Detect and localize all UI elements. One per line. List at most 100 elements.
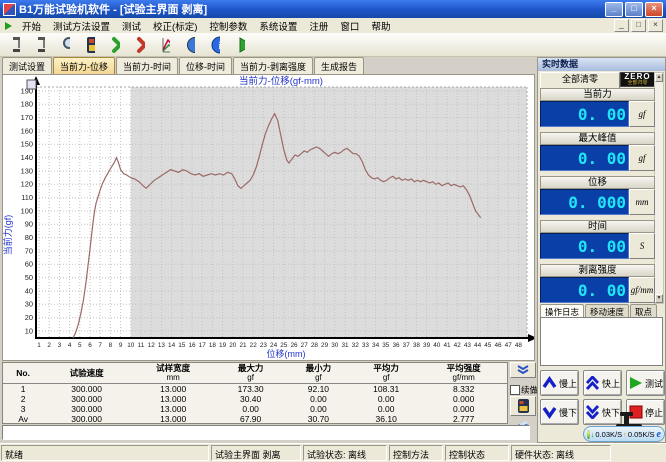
- tab-5[interactable]: 当前力-剥离强度: [233, 57, 313, 74]
- table-cell: 2: [3, 394, 43, 404]
- control-1-button[interactable]: 慢上: [540, 370, 579, 396]
- scroll-up-icon[interactable]: ▲: [655, 73, 663, 82]
- log-tab-1[interactable]: 操作日志: [540, 304, 584, 317]
- svg-text:180: 180: [21, 100, 33, 109]
- red-cross-icon: [136, 36, 145, 54]
- network-monitor[interactable]: ↓ 0.03K/S ↑ 0.05K/S e: [583, 426, 665, 442]
- log-list[interactable]: [540, 317, 663, 366]
- control-label: 停止: [645, 406, 663, 419]
- table-cell: 108.31: [352, 384, 420, 395]
- menu-item-9[interactable]: 帮助: [365, 18, 396, 34]
- continue-checkbox-row: 续做: [510, 384, 538, 396]
- tab-1[interactable]: 测试设置: [2, 57, 52, 74]
- green-cross-icon: [111, 36, 120, 54]
- menu-item-7[interactable]: 注册: [303, 18, 334, 34]
- table-cell: 36.10: [352, 414, 420, 424]
- mdi-close-button[interactable]: ×: [648, 19, 663, 32]
- menu-item-4[interactable]: 校正(标定): [147, 18, 203, 34]
- zoom-button[interactable]: [54, 34, 77, 55]
- upload-speed: 0.05K/S: [628, 430, 655, 439]
- field-label: 当前力: [540, 88, 655, 101]
- zero-all-button[interactable]: 全部清零: [540, 72, 620, 89]
- curves-button[interactable]: [154, 34, 177, 55]
- table-cell: 67.90: [216, 414, 284, 424]
- realtime-fields: 当前力0. 00gf最大峰值0. 00gf位移0. 000mm时间0. 00S剥…: [540, 88, 655, 308]
- svg-text:100: 100: [21, 206, 33, 215]
- browser-icon: e: [657, 429, 661, 440]
- pie-chart-button[interactable]: [179, 34, 202, 55]
- svg-text:19: 19: [219, 342, 227, 349]
- green-cross-button[interactable]: [104, 34, 127, 55]
- table-cell: 2.777: [420, 414, 507, 424]
- collapse-table-button[interactable]: [510, 362, 536, 378]
- message-input[interactable]: [2, 425, 530, 440]
- menu-item-5[interactable]: 控制参数: [203, 18, 253, 34]
- menu-item-1[interactable]: 开始: [16, 18, 47, 34]
- menu-item-2[interactable]: 测试方法设置: [47, 18, 116, 34]
- machine-setup-icon: [36, 36, 45, 54]
- svg-text:150: 150: [21, 140, 33, 149]
- panel-scrollbar[interactable]: ▲ ▼: [654, 72, 664, 304]
- tab-3[interactable]: 当前力-时间: [116, 57, 178, 74]
- continue-checkbox[interactable]: [510, 385, 520, 395]
- table-cell: 13.000: [130, 384, 217, 395]
- svg-text:70: 70: [25, 246, 33, 255]
- control-2-button[interactable]: 快上: [583, 370, 622, 396]
- field-value-row: 0. 00gf/mm: [540, 277, 655, 303]
- svg-text:10: 10: [127, 342, 135, 349]
- tab-2[interactable]: 当前力-位移: [53, 57, 115, 74]
- status-cell-4: 控制方法: [389, 445, 443, 461]
- table-cell: 8.332: [420, 384, 507, 395]
- log-tab-3[interactable]: 取点: [630, 304, 657, 317]
- mdi-minimize-button[interactable]: _: [614, 19, 629, 32]
- table-cell: 173.30: [216, 384, 284, 395]
- mdi-restore-button[interactable]: □: [631, 19, 646, 32]
- tab-4[interactable]: 位移-时间: [179, 57, 232, 74]
- svg-text:22: 22: [250, 342, 258, 349]
- svg-text:14: 14: [168, 342, 176, 349]
- field-label: 剥离强度: [540, 264, 655, 277]
- table-row[interactable]: 2300.00013.00030.400.000.000.000: [3, 394, 507, 404]
- lcd-display: 0. 00: [540, 277, 629, 303]
- control-4-button[interactable]: 慢下: [540, 399, 579, 425]
- start-play-icon[interactable]: [5, 22, 12, 30]
- red-cross-button[interactable]: [129, 34, 152, 55]
- calibration-card-button[interactable]: [510, 396, 536, 416]
- close-button[interactable]: ×: [645, 2, 663, 17]
- status-cell-3: 试验状态: 离线: [303, 445, 387, 461]
- double-chevron-up-icon: [585, 376, 600, 390]
- svg-text:27: 27: [301, 342, 309, 349]
- svg-text:28: 28: [311, 342, 319, 349]
- table-row[interactable]: 1300.00013.000173.3092.10108.318.332: [3, 384, 507, 395]
- toolbar: i: [0, 33, 666, 57]
- application-window: B1万能试验机软件 - [试验主界面 剥离] _ □ × 开始测试方法设置测试校…: [0, 0, 666, 462]
- table-row[interactable]: 3300.00013.0000.000.000.000.000: [3, 404, 507, 414]
- control-3-button[interactable]: 测试: [626, 370, 665, 396]
- minimize-button[interactable]: _: [605, 2, 623, 17]
- card-icon: [517, 399, 530, 414]
- scroll-down-icon[interactable]: ▼: [655, 294, 663, 303]
- zero-button[interactable]: ZERO 全部归零: [620, 72, 655, 87]
- svg-text:38: 38: [413, 342, 421, 349]
- menu-item-3[interactable]: 测试: [116, 18, 147, 34]
- field-label: 最大峰值: [540, 132, 655, 145]
- svg-text:40: 40: [25, 286, 33, 295]
- restore-button[interactable]: □: [625, 2, 643, 17]
- lcd-display: 0. 00: [540, 101, 629, 127]
- tab-6[interactable]: 生成报告: [314, 57, 364, 74]
- field-5: 剥离强度0. 00gf/mm: [540, 264, 655, 303]
- table-cell: 0.00: [352, 404, 420, 414]
- svg-text:120: 120: [21, 180, 33, 189]
- machine-setup-button[interactable]: [29, 34, 52, 55]
- field-2: 最大峰值0. 00gf: [540, 132, 655, 171]
- run-button[interactable]: [229, 34, 252, 55]
- table-cell: 3: [3, 404, 43, 414]
- info-button[interactable]: i: [204, 34, 227, 55]
- menu-item-8[interactable]: 窗口: [334, 18, 365, 34]
- table-cell: 30.70: [285, 414, 352, 424]
- test-machine-button[interactable]: [4, 34, 27, 55]
- calibration-card-button[interactable]: [79, 34, 102, 55]
- log-tab-2[interactable]: 移动速度: [585, 304, 629, 317]
- table-row[interactable]: Av300.00013.00067.9030.7036.102.777: [3, 414, 507, 424]
- menu-item-6[interactable]: 系统设置: [253, 18, 303, 34]
